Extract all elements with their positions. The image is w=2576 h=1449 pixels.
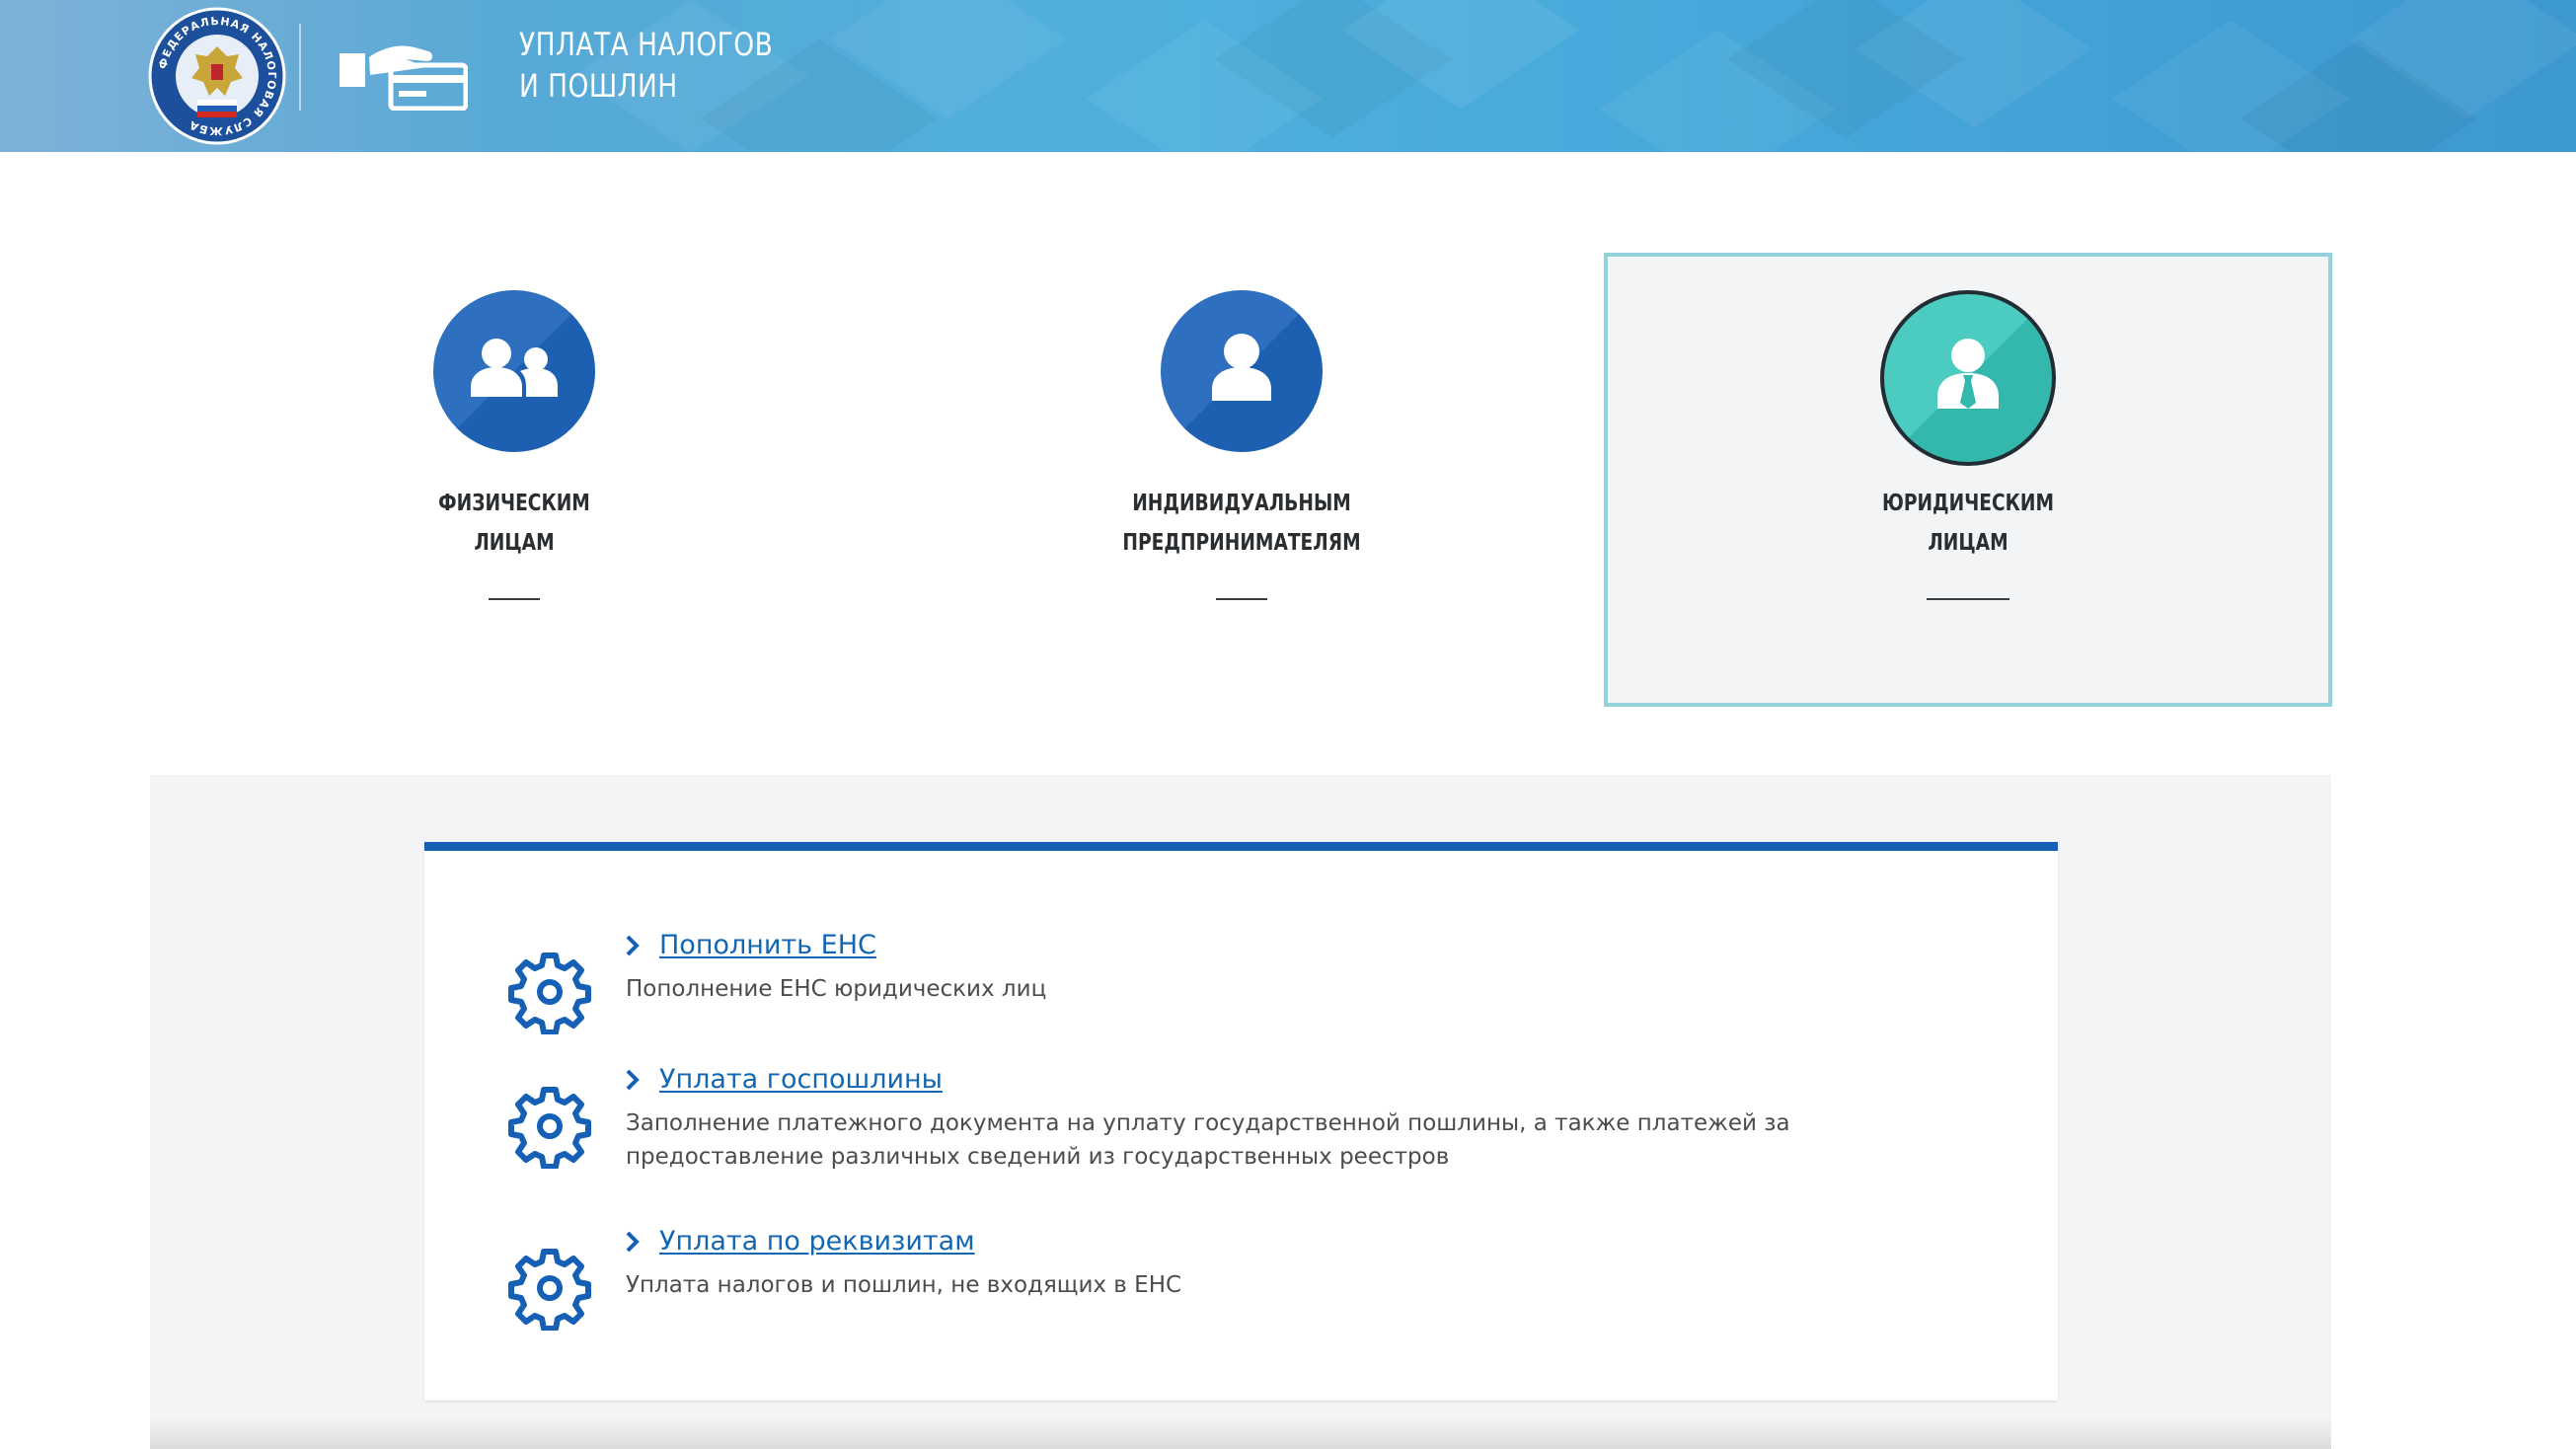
service-description: Пополнение ЕНС юридических лиц bbox=[626, 976, 1047, 1002]
category-circle bbox=[433, 290, 595, 452]
businessman-icon bbox=[1937, 339, 1999, 409]
state-duty-link[interactable]: Уплата госпошлины bbox=[659, 1063, 943, 1097]
category-dash bbox=[1216, 598, 1267, 600]
pay-by-details-link[interactable]: Уплата по реквизитам bbox=[659, 1225, 975, 1258]
person-icon bbox=[1212, 334, 1271, 401]
category-label: ФИЗИЧЕСКИМ ЛИЦАМ bbox=[187, 484, 842, 563]
category-label: ЮРИДИЧЕСКИМ ЛИЦАМ bbox=[1644, 484, 2293, 563]
category-dash bbox=[489, 598, 540, 600]
fns-emblem-icon[interactable]: ФЕДЕРАЛЬНАЯ НАЛОГОВАЯ СЛУЖБА bbox=[146, 5, 288, 147]
gear-icon bbox=[508, 1249, 591, 1331]
category-circle bbox=[1880, 290, 2056, 466]
site-header: ФЕДЕРАЛЬНАЯ НАЛОГОВАЯ СЛУЖБА УПЛАТА НАЛО… bbox=[0, 0, 2576, 152]
gear-icon bbox=[508, 953, 591, 1034]
service-description: Уплата налогов и пошлин, не входящих в Е… bbox=[626, 1272, 1182, 1298]
category-label-line1: ИНДИВИДУАЛЬНЫМ bbox=[1132, 491, 1351, 516]
card-hand-icon bbox=[340, 45, 468, 111]
refill-ens-link[interactable]: Пополнить ЕНС bbox=[659, 929, 876, 962]
header-divider bbox=[299, 24, 301, 111]
service-description: Заполнение платежного документа на уплат… bbox=[626, 1110, 1790, 1170]
people-icon bbox=[471, 339, 558, 397]
bottom-shadow bbox=[150, 1417, 2331, 1449]
category-label-line1: ЮРИДИЧЕСКИМ bbox=[1881, 491, 2055, 516]
chevron-right-icon bbox=[626, 1069, 640, 1091]
chevron-right-icon bbox=[626, 935, 640, 956]
services-card: Пополнить ЕНС Пополнение ЕНС юридических… bbox=[424, 842, 2058, 1401]
header-title-line1: УПЛАТА НАЛОГОВ bbox=[519, 26, 774, 63]
category-label: ИНДИВИДУАЛЬНЫМ ПРЕДПРИНИМАТЕЛЯМ bbox=[914, 484, 1569, 563]
category-legal-entities[interactable]: ЮРИДИЧЕСКИМ ЛИЦАМ bbox=[1604, 253, 2332, 707]
header-title: УПЛАТА НАЛОГОВ И ПОШЛИН bbox=[519, 24, 773, 107]
category-entrepreneurs[interactable]: ИНДИВИДУАЛЬНЫМ ПРЕДПРИНИМАТЕЛЯМ bbox=[877, 253, 1606, 707]
category-individuals[interactable]: ФИЗИЧЕСКИМ ЛИЦАМ bbox=[150, 253, 878, 707]
header-title-line2: И ПОШЛИН bbox=[519, 67, 678, 105]
chevron-right-icon bbox=[626, 1231, 640, 1253]
category-label-line2: ЛИЦАМ bbox=[474, 530, 555, 556]
category-circle bbox=[1161, 290, 1323, 452]
category-label-line1: ФИЗИЧЕСКИМ bbox=[438, 491, 590, 516]
category-dash bbox=[1927, 598, 2009, 600]
gear-icon bbox=[508, 1087, 591, 1169]
category-label-line2: ПРЕДПРИНИМАТЕЛЯМ bbox=[1122, 530, 1361, 556]
category-label-line2: ЛИЦАМ bbox=[1928, 530, 2008, 556]
